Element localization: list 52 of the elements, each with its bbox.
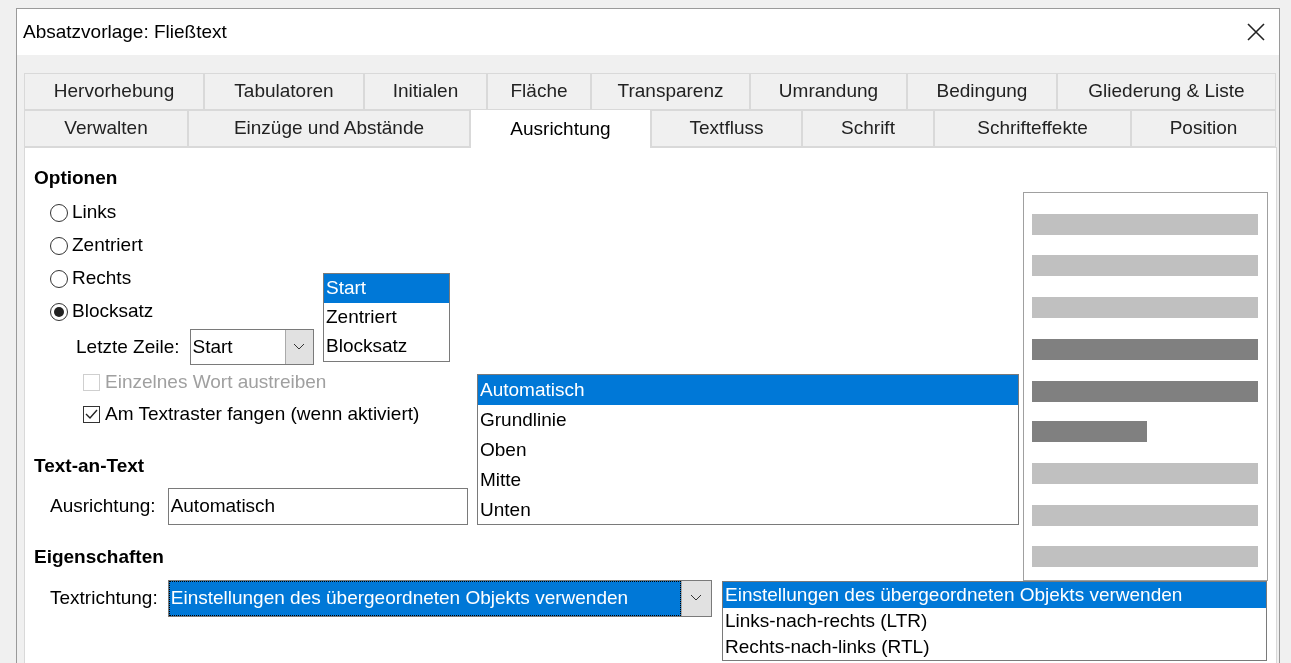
tab[interactable]: Textfluss	[651, 110, 802, 147]
section-heading: Text-an-Text	[34, 453, 145, 478]
tab[interactable]: Fläche	[487, 73, 591, 110]
list-option[interactable]: Rechts-nach-links (RTL)	[723, 634, 1266, 660]
checkbox[interactable]	[83, 405, 100, 423]
dropdown-field[interactable]: Automatisch	[167, 487, 468, 525]
field-label: Letzte Zeile:	[76, 334, 180, 359]
tab[interactable]: Verwalten	[24, 110, 188, 147]
tab[interactable]: Initialen	[364, 73, 487, 110]
caret-icon	[690, 594, 703, 602]
section-heading: Eigenschaften	[34, 544, 164, 569]
tab[interactable]: Einzüge und Abstände	[188, 110, 470, 147]
list-option[interactable]: Grundlinie	[478, 405, 1018, 435]
radio-button[interactable]	[50, 236, 68, 255]
checkbox-label: Einzelnes Wort austreiben	[105, 369, 327, 394]
tab[interactable]: Bedingung	[907, 73, 1057, 110]
tab[interactable]: Hervorhebung	[24, 73, 204, 110]
radio-button[interactable]	[50, 302, 68, 321]
tab[interactable]: Schrifteffekte	[934, 110, 1131, 147]
tab[interactable]: Transparenz	[591, 73, 750, 110]
tab[interactable]: Gliederung & Liste	[1057, 73, 1276, 110]
tab[interactable]: Ausrichtung	[470, 109, 651, 148]
radio-label: Blocksatz	[72, 299, 154, 324]
radio-label: Links	[72, 200, 117, 225]
tab[interactable]: Umrandung	[750, 73, 907, 110]
list-option[interactable]: Zentriert	[324, 303, 449, 332]
radio-button[interactable]	[50, 203, 68, 222]
window-title: Absatzvorlage: Fließtext	[23, 19, 227, 44]
field-label: Textrichtung:	[50, 585, 158, 610]
field-label: Ausrichtung:	[50, 493, 156, 518]
radio-label: Zentriert	[72, 233, 143, 258]
checkbox-label: Am Textraster fangen (wenn aktiviert)	[105, 401, 420, 426]
radio-label: Rechts	[72, 266, 132, 291]
tab[interactable]: Position	[1131, 110, 1276, 147]
section-heading: Optionen	[34, 165, 118, 190]
dropdown-value: Automatisch	[169, 493, 276, 518]
list-option[interactable]: Blocksatz	[324, 332, 449, 361]
dropdown-value: Start	[191, 334, 234, 359]
list-option[interactable]: Links-nach-rechts (LTR)	[723, 608, 1266, 634]
list-option[interactable]: Mitte	[478, 465, 1018, 495]
radio-button[interactable]	[50, 269, 68, 288]
dropdown-button[interactable]	[680, 580, 711, 616]
list-option[interactable]: Automatisch	[478, 375, 1018, 405]
dropdown-field[interactable]: Start	[189, 329, 314, 365]
close-icon[interactable]	[1247, 23, 1265, 41]
tab[interactable]: Tabulatoren	[204, 73, 364, 110]
caret-icon	[293, 343, 305, 351]
list-option[interactable]: Unten	[478, 495, 1018, 525]
list-option[interactable]: Einstellungen des übergeordneten Objekts verwenden	[723, 582, 1266, 608]
tab[interactable]: Schrift	[802, 110, 934, 147]
list-option[interactable]: Start	[324, 274, 449, 303]
list-option[interactable]: Oben	[478, 435, 1018, 465]
